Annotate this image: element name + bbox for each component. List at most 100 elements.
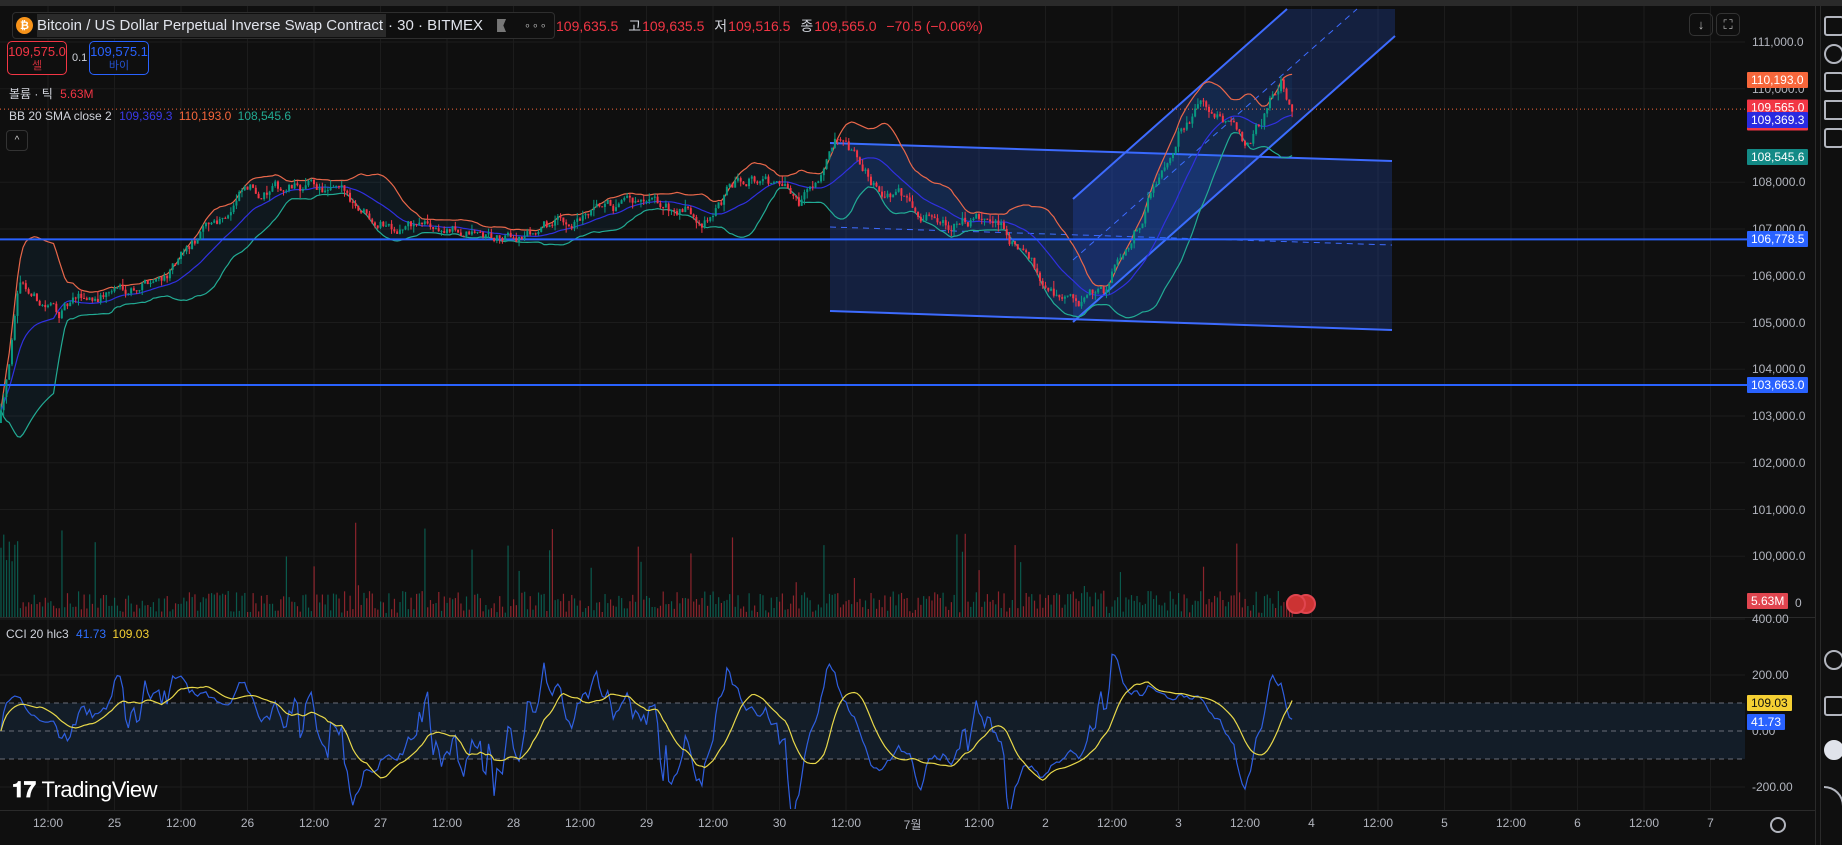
buy-button[interactable]: 109,575.1 바이 [89, 41, 149, 75]
calendar-icon[interactable] [1824, 696, 1842, 716]
candle-body [750, 176, 753, 179]
candle-body [617, 203, 620, 208]
candle-body [88, 297, 91, 300]
volume-bar [682, 598, 684, 617]
candle-body [1094, 292, 1097, 294]
candle-body [800, 199, 803, 206]
price-axis-label: 102,000.0 [1752, 455, 1806, 470]
more-icon[interactable]: ∘∘∘ [524, 19, 548, 32]
volume-bar [834, 593, 836, 617]
apps-grid-icon[interactable] [1824, 740, 1842, 760]
volume-bar [981, 606, 983, 617]
candle-body [692, 214, 695, 218]
candle-body [96, 298, 99, 303]
candle-body [373, 222, 376, 226]
candle-body [371, 219, 374, 223]
candle-body [476, 231, 479, 233]
time-axis-label: 12:00 [165, 816, 197, 830]
volume-bar [573, 598, 576, 617]
scroll-down-button[interactable]: ↓ [1689, 13, 1713, 36]
volume-bar [219, 595, 221, 617]
spread-value: 0.1 [72, 52, 88, 64]
alert-clock-icon[interactable] [1824, 44, 1842, 64]
candle-body [753, 176, 756, 182]
flag-icon[interactable] [497, 19, 507, 32]
bb-legend[interactable]: BB 20 SMA close 2 109,369.3 110,193.0 10… [9, 109, 291, 123]
volume-bar [1274, 607, 1277, 617]
symbol-title-box[interactable]: ₿ Bitcoin / US Dollar Perpetual Inverse … [12, 12, 555, 39]
candle-body [590, 209, 593, 216]
candle-body [1038, 272, 1041, 281]
candle-body [335, 186, 338, 188]
target-icon[interactable] [1824, 650, 1842, 670]
volume-bar [1180, 611, 1182, 617]
us-flag-event-icon[interactable] [1286, 594, 1306, 614]
candle-body [964, 217, 967, 223]
candle-body [1249, 142, 1252, 144]
chat-icon[interactable] [1824, 128, 1842, 148]
candle-body [814, 182, 817, 188]
candle-body [1122, 255, 1125, 259]
signal-icon[interactable] [1824, 786, 1842, 806]
add-list-icon[interactable] [1824, 72, 1842, 92]
collapse-legend-button[interactable]: ^ [6, 130, 28, 151]
volume-bar [452, 599, 454, 617]
candle-body [204, 222, 207, 227]
candle-body [991, 221, 994, 224]
candle-body [74, 297, 77, 299]
sell-button[interactable]: 109,575.0 셀 [7, 41, 67, 75]
candle-body [1216, 114, 1219, 118]
candle-body [146, 280, 149, 285]
candle-body [670, 209, 673, 212]
candle-body [598, 203, 601, 207]
candle-body [451, 226, 454, 232]
candle-body [980, 218, 983, 220]
volume-bar [402, 591, 404, 617]
time-axis-label: 27 [373, 816, 388, 830]
candle-body [667, 203, 670, 212]
candle-body [91, 297, 94, 301]
volume-bar [8, 541, 10, 617]
volume-bar [366, 598, 368, 617]
settings-icon[interactable] [1770, 817, 1786, 833]
volume-bar [368, 591, 371, 617]
candle-body [1036, 268, 1039, 273]
volume-bar [102, 594, 105, 617]
price-axis-label: 100,000.0 [1752, 549, 1806, 564]
candle-body [238, 191, 241, 201]
cci-axis-label: 200.00 [1752, 668, 1789, 682]
candle-body [398, 229, 401, 234]
candle-body [243, 186, 246, 191]
candle-body [1188, 122, 1191, 124]
candle-body [495, 235, 498, 241]
chevron-left-icon[interactable] [1824, 100, 1842, 120]
volume-bar [784, 609, 786, 617]
candle-body [712, 216, 714, 218]
volume-bar [474, 594, 476, 617]
candle-body [1205, 101, 1208, 107]
fullscreen-button[interactable]: ⛶ [1716, 13, 1740, 36]
symbol-title[interactable]: Bitcoin / US Dollar Perpetual Inverse Sw… [37, 14, 386, 37]
candle-body [504, 235, 507, 241]
chart-canvas[interactable] [0, 0, 1820, 845]
candle-body [847, 141, 850, 151]
candle-body [8, 364, 11, 380]
volume-bar [936, 594, 939, 617]
volume-bar [657, 608, 659, 617]
candle-body [612, 205, 615, 211]
candle-body [58, 311, 61, 319]
volume-legend[interactable]: 볼륨 · 틱 5.63M [9, 85, 94, 102]
candle-body [171, 263, 174, 270]
volume-bar [199, 602, 202, 617]
volume-bar [737, 595, 739, 617]
volume-bar [726, 599, 728, 617]
watchlist-icon[interactable] [1824, 16, 1842, 36]
tradingview-logo[interactable]: 𝟏𝟕 TradingView [12, 777, 158, 803]
candle-body [362, 209, 365, 213]
candle-body [274, 181, 277, 187]
candle-body [421, 222, 424, 224]
cci-legend[interactable]: CCI 20 hlc3 41.73 109.03 [6, 627, 149, 641]
candle-body [867, 169, 870, 177]
volume-bar [233, 611, 235, 617]
candle-body [728, 183, 731, 187]
